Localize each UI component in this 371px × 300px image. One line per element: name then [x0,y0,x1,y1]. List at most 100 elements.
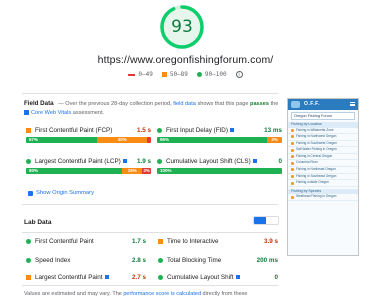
list-view-toggle[interactable] [254,217,266,224]
bookmark-icon [235,274,240,279]
site-name: O.F.F. [304,101,321,107]
metric-label: Largest Contentful Paint (LCP) [35,158,137,165]
forum-folder-icon [291,161,294,165]
thumbnail-header: O.F.F. [288,99,358,110]
view-toggle[interactable] [253,216,279,225]
metric-label-text: Largest Contentful Paint [35,273,103,281]
field-data-text: — Over the previous 28-day collection pe… [58,101,172,107]
bar-average: 16% [122,168,143,174]
forum-folder-icon [291,141,294,145]
metric-value: 0 [278,157,282,165]
forum-list-item-label: Fishing in Willamette Zone [296,127,334,132]
metric-value: 1.7 s [131,237,146,245]
forum-folder-icon [291,135,294,139]
bar-average: 3% [267,137,282,143]
forum-list-item: Fishing in Northwest Oregon [288,134,358,141]
metric-value: 1.5 s [136,126,151,134]
pass-circle-icon [157,158,162,164]
footer-text-after: directly from these [202,291,248,297]
forum-folder-icon [291,168,294,172]
metric-value: 2.8 s [131,256,146,264]
pass-circle-icon [158,257,163,263]
forum-list-item: Steelhead Fishing in Oregon [288,194,358,201]
forum-list-item-label: Fishing outside Oregon [296,180,329,185]
bookmark-icon [122,158,127,163]
forum-list-item-label: Columbia River [296,160,318,165]
bar-good: 95% [157,137,267,143]
field-metric-fcp: First Contentful Paint (FCP) 1.5 s 57% 4… [26,126,151,143]
pass-circle-icon [26,257,31,263]
distribution-bar: 95% 3% [157,137,282,143]
forum-list-item: Fishing in Central Oregon [288,154,358,161]
origin-summary-label: Show Origin Summary [36,190,94,196]
field-data-text-after: the [270,101,279,107]
metric-label: Largest Contentful Paint [35,274,132,281]
metric-label: Speed Index [35,256,71,264]
bar-poor: 3% [142,168,151,174]
forum-list-item: Fishing in Willamette Zone [288,128,358,135]
field-metric-cls: Cumulative Layout Shift (CLS) 0 100% [157,157,282,174]
lab-metric-fcp: First Contentful Paint 1.7 s [26,237,146,245]
passes-label: passes [250,101,270,107]
distribution-bar: 80% 16% 3% [26,168,151,174]
performance-score-link[interactable]: performance score is calculated [123,291,201,297]
metric-label-text: First Input Delay (FID) [166,126,228,134]
forum-list-item: Salt Water Fishing in Oregon [288,147,358,154]
average-square-icon [26,127,31,133]
forum-folder-icon [291,128,294,132]
field-metric-fid: First Input Delay (FID) 13 ms 95% 3% [157,126,282,143]
metric-value: 2.7 s [131,273,146,281]
info-icon[interactable]: i [235,71,243,78]
metric-label: Cumulative Layout Shift (CLS) [166,158,278,165]
metric-value: 200 ms [256,256,278,264]
legend-fail-label: 0–49 [138,71,153,78]
score-legend: 0–49 50–89 90–100 i [0,71,371,78]
footer-text: Values are estimated and may vary. The [24,291,122,297]
show-origin-summary[interactable]: Show Origin Summary [28,190,94,196]
field-data-link[interactable]: field data [173,101,196,107]
metric-label: First Contentful Paint [35,237,94,245]
checkbox-icon[interactable] [28,190,33,196]
metric-value: 0 [274,273,278,281]
pass-circle-icon [26,238,31,244]
core-web-vitals-link[interactable]: Core Web Vitals [31,110,71,116]
distribution-bar: 57% 40% [26,137,151,143]
forum-list-item-label: Fishing in Northwest Oregon [296,134,337,139]
lab-metric-speed-index: Speed Index 2.8 s [26,256,146,264]
forum-list-item-label: Fishing in Northeast Oregon [296,167,336,172]
legend-pass-label: 90–100 [204,71,227,78]
forum-list-item-label: Steelhead Fishing in Oregon [296,194,337,199]
field-metric-lcp: Largest Contentful Paint (LCP) 1.9 s 80%… [26,157,151,174]
forum-list-item-label: Fishing in Southeast Oregon [296,173,337,178]
forum-folder-icon [291,195,294,199]
forum-list-item-label: Salt Water Fishing in Oregon [296,147,337,152]
lab-data-title: Lab Data [24,219,52,226]
average-square-icon [26,274,31,280]
metric-label-text: Cumulative Layout Shift (CLS) [166,157,251,165]
pass-circle-icon [157,127,162,133]
hamburger-menu-icon [350,102,355,106]
forum-list-item-label: Fishing in Central Oregon [296,153,333,158]
bookmark-icon [104,274,109,279]
divider [22,285,278,286]
location-forum-list: Fishing in Willamette Zone Fishing in Nor… [288,128,358,187]
metric-label: First Contentful Paint (FCP) [35,126,113,134]
pass-circle-icon [26,158,31,164]
forum-list-item: Fishing outside Oregon [288,180,358,187]
metric-label: Cumulative Layout Shift [167,274,274,281]
bookmark-icon [252,158,257,163]
performance-score-gauge: 93 [159,4,205,50]
metric-value: 3.9 s [263,237,278,245]
metric-label-text: Cumulative Layout Shift [167,273,234,281]
grid-view-toggle[interactable] [266,217,278,224]
forum-list-item-label: Fishing in Southwest Oregon [296,140,337,145]
lab-metric-lcp: Largest Contentful Paint 2.7 s [26,273,146,281]
forum-list-item: Fishing in Southeast Oregon [288,174,358,181]
field-data-title: Field Data [24,100,54,107]
metric-label: Total Blocking Time [167,256,222,264]
divider [22,204,278,205]
forum-folder-icon [291,155,294,159]
bar-average: 40% [97,137,148,143]
forum-list-item: Columbia River [288,160,358,168]
metric-label-text: Largest Contentful Paint (LCP) [35,157,121,165]
